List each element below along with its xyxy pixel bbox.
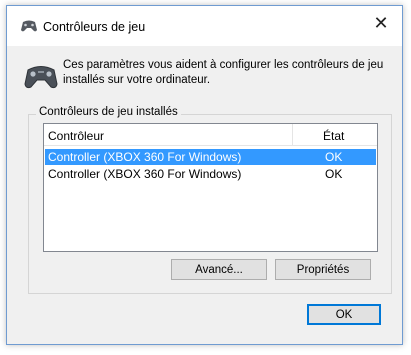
group-label: Contrôleurs de jeu installés xyxy=(36,106,181,118)
close-icon: ✕ xyxy=(373,12,389,33)
description-line-1: Ces paramètres vous aident à configurer … xyxy=(63,59,384,71)
window-title: Contrôleurs de jeu xyxy=(43,20,146,34)
gamepad-icon xyxy=(24,66,58,89)
description-text: Ces paramètres vous aident à configurer … xyxy=(63,58,393,88)
game-controllers-dialog: Contrôleurs de jeu ✕ Ces paramètres vous… xyxy=(6,5,403,345)
controller-name: Controller (XBOX 360 For Windows) xyxy=(48,150,242,164)
controller-name: Controller (XBOX 360 For Windows) xyxy=(48,167,242,181)
list-item[interactable]: Controller (XBOX 360 For Windows) OK xyxy=(45,149,376,165)
ok-button[interactable]: OK xyxy=(307,304,381,325)
column-header-controller[interactable]: Contrôleur xyxy=(48,129,104,143)
controllers-list[interactable]: Contrôleur État Controller (XBOX 360 For… xyxy=(43,123,378,252)
controller-state: OK xyxy=(325,150,343,164)
column-header-state[interactable]: État xyxy=(323,129,344,143)
column-divider[interactable] xyxy=(292,124,293,146)
gamepad-icon xyxy=(21,20,37,32)
title-bar: Contrôleurs de jeu ✕ xyxy=(7,6,402,46)
list-item[interactable]: Controller (XBOX 360 For Windows) OK xyxy=(45,166,376,182)
advanced-button[interactable]: Avancé... xyxy=(171,259,267,280)
list-header: Contrôleur État xyxy=(44,124,377,146)
controller-state: OK xyxy=(325,167,343,181)
properties-button[interactable]: Propriétés xyxy=(275,259,371,280)
close-button[interactable]: ✕ xyxy=(360,6,402,40)
description-line-2: installés sur votre ordinateur. xyxy=(63,74,211,86)
